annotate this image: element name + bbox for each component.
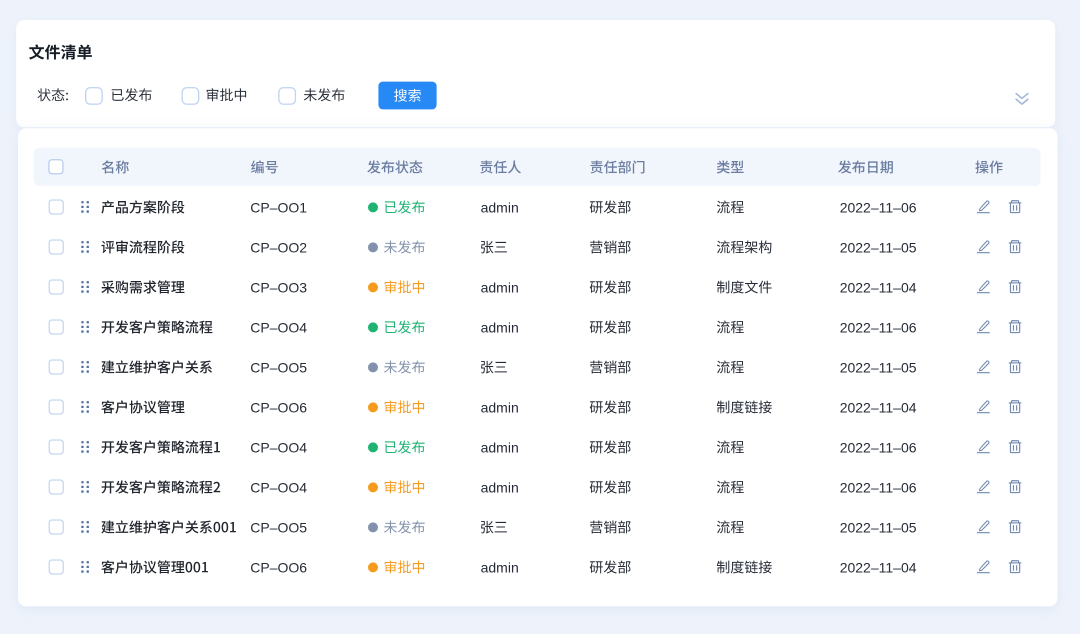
svg-text:CP–OO6: CP–OO6 [250, 559, 307, 575]
svg-text:admin: admin [481, 279, 519, 295]
svg-text:2022–11–06: 2022–11–06 [840, 319, 917, 335]
svg-text:2022–11–05: 2022–11–05 [840, 359, 917, 375]
svg-text:2022–11–04: 2022–11–04 [840, 559, 917, 575]
svg-text:CP–OO2: CP–OO2 [250, 239, 307, 255]
svg-text:CP–OO5: CP–OO5 [250, 359, 307, 375]
svg-text:admin: admin [481, 479, 519, 495]
svg-text:2022–11–04: 2022–11–04 [840, 279, 917, 295]
svg-text:CP–OO4: CP–OO4 [250, 319, 307, 335]
svg-text:2022–11–04: 2022–11–04 [840, 399, 917, 415]
svg-text:admin: admin [481, 559, 519, 575]
svg-text:CP–OO4: CP–OO4 [250, 479, 307, 495]
svg-text:admin: admin [481, 319, 519, 335]
svg-text:2022–11–06: 2022–11–06 [840, 199, 917, 215]
svg-text:admin: admin [481, 199, 519, 215]
svg-text:2022–11–05: 2022–11–05 [840, 239, 917, 255]
svg-text:CP–OO4: CP–OO4 [250, 439, 307, 455]
svg-text:2022–11–05: 2022–11–05 [840, 519, 917, 535]
svg-text:CP–OO6: CP–OO6 [250, 399, 307, 415]
svg-text:2022–11–06: 2022–11–06 [840, 439, 917, 455]
svg-text:2022–11–06: 2022–11–06 [840, 479, 917, 495]
svg-text:CP–OO1: CP–OO1 [250, 199, 307, 215]
svg-text:admin: admin [481, 399, 519, 415]
svg-text:admin: admin [481, 439, 519, 455]
svg-text:CP–OO5: CP–OO5 [250, 519, 307, 535]
svg-text:CP–OO3: CP–OO3 [250, 279, 307, 295]
